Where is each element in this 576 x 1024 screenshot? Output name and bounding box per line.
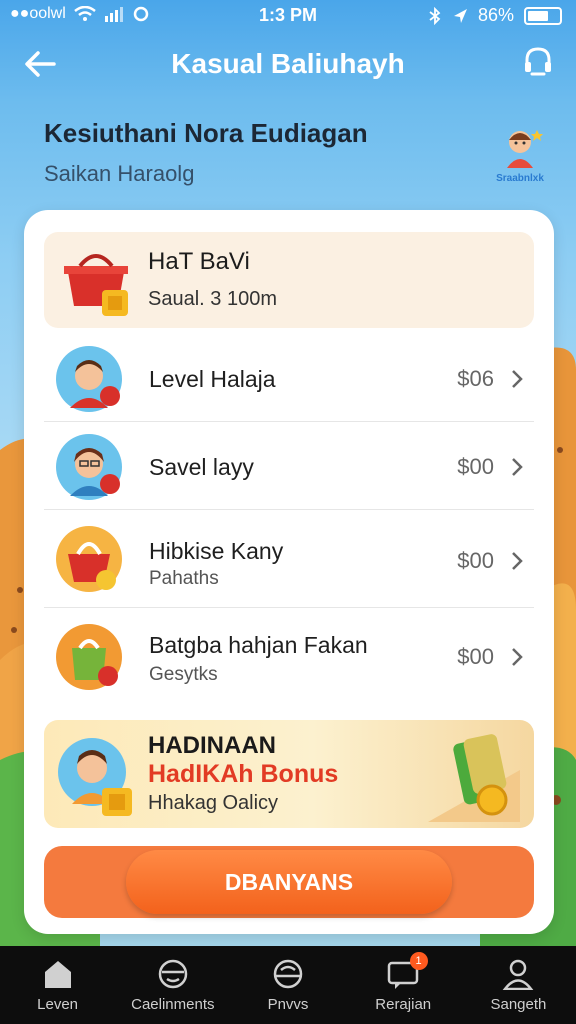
item-price: $06: [457, 366, 494, 391]
home-icon: [44, 960, 71, 988]
tab-label: Leven: [37, 995, 79, 1013]
item-price: $00: [457, 454, 494, 479]
featured-title: HaT BaVi: [148, 248, 250, 275]
mascot-icon: [507, 130, 543, 168]
face-icon: [158, 959, 188, 988]
girl-avatar-icon: [56, 434, 122, 500]
chevron-right-icon: [512, 648, 523, 666]
featured-item[interactable]: HaT BaVi Saual. 3 100m: [44, 232, 534, 328]
item-name: Level Halaja: [149, 366, 276, 392]
game-icon: [273, 959, 303, 988]
item-name: Savel layy: [149, 454, 254, 480]
boy-avatar-icon: [56, 346, 122, 412]
money-stack-icon: [428, 734, 520, 822]
battery-percent: 86%: [477, 5, 514, 25]
bonus-banner[interactable]: HADINAAN HadIKAh Bonus Hhakag Oalicy: [44, 720, 534, 828]
tab-caelinments[interactable]: Caelinments: [115, 946, 230, 1024]
bonus-heading: HADINAAN: [148, 732, 276, 759]
cta-button[interactable]: DBANYANS: [126, 850, 452, 914]
tab-label: Rerajian: [375, 995, 432, 1013]
mascot-caption: Sraabnlxk: [496, 173, 544, 184]
tab-label: Caelinments: [131, 995, 215, 1013]
location-icon: [453, 8, 467, 23]
app-bar: Kasual Baliuhayh: [0, 30, 576, 98]
status-bar: ●●oolwl 1:3 PM 86%: [0, 0, 576, 30]
mascot: Sraabnlxk: [488, 126, 552, 186]
intro-section: Kesiuthani Nora Eudiagan Saikan Haraolg: [44, 118, 368, 187]
battery-icon: [524, 6, 562, 25]
item-name: Batgba hahjan Fakan: [149, 632, 368, 658]
bottom-tab-bar: Leven Caelinments Pnvvs 1 Rerajian Sange…: [0, 946, 576, 1024]
intro-subtitle: Saikan Haraolg: [44, 161, 195, 186]
bonus-subtitle: Hhakag Oalicy: [148, 792, 279, 814]
item-subtitle: Gesytks: [149, 664, 218, 685]
tab-leven[interactable]: Leven: [0, 946, 115, 1024]
list-item-level[interactable]: Level Halaja $06: [44, 334, 534, 422]
cta-container: DBANYANS: [44, 846, 534, 918]
chevron-right-icon: [512, 370, 523, 388]
list-item-batgba[interactable]: Batgba hahjan Fakan Gesytks $00: [44, 608, 534, 708]
item-price: $00: [457, 548, 494, 573]
back-arrow-icon[interactable]: [22, 48, 58, 80]
gift-basket-icon: [64, 254, 128, 316]
item-name: Hibkise Kany: [149, 538, 284, 564]
item-subtitle: Pahaths: [149, 568, 219, 589]
basket-icon: [56, 526, 122, 592]
chevron-right-icon: [512, 458, 523, 476]
person-icon: [503, 959, 534, 990]
intro-title: Kesiuthani Nora Eudiagan: [44, 118, 368, 148]
featured-subtitle: Saual. 3 100m: [148, 288, 277, 310]
list-item-hibkise[interactable]: Hibkise Kany Pahaths $00: [44, 510, 534, 608]
page-title: Kasual Baliuhayh: [171, 48, 405, 79]
list-item-savel[interactable]: Savel layy $00: [44, 422, 534, 510]
shopping-bag-icon: [56, 624, 122, 690]
notification-badge: 1: [409, 952, 428, 970]
rewards-card: HaT BaVi Saual. 3 100m Level Halaja $06 …: [24, 210, 554, 934]
item-price: $00: [457, 644, 494, 669]
tab-label: Sangeth: [490, 995, 547, 1013]
bluetooth-icon: [429, 6, 441, 25]
chevron-right-icon: [512, 552, 523, 570]
tab-pnvvs[interactable]: Pnvvs: [230, 946, 345, 1024]
tab-rerajian[interactable]: 1 Rerajian: [346, 946, 461, 1024]
bonus-avatar-icon: [58, 738, 132, 816]
support-icon[interactable]: [520, 44, 556, 80]
tab-label: Pnvvs: [267, 995, 309, 1013]
tab-sangeth[interactable]: Sangeth: [461, 946, 576, 1024]
bonus-title: HadIKAh Bonus: [148, 760, 339, 788]
